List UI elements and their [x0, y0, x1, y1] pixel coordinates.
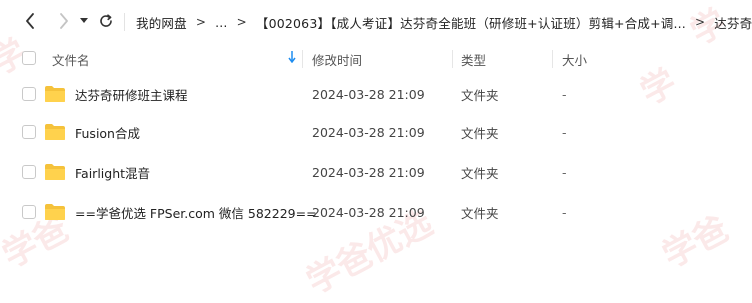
chevron-left-icon: [26, 13, 34, 29]
caret-down-icon: [80, 18, 88, 23]
folder-icon: [45, 124, 65, 140]
select-all-checkbox[interactable]: [22, 51, 36, 65]
file-modified-time: 2024-03-28 21:09: [312, 204, 425, 220]
history-dropdown-button[interactable]: [78, 14, 90, 28]
breadcrumb-separator-icon: >: [236, 15, 247, 29]
column-header-size[interactable]: 大小: [562, 45, 587, 73]
file-size: -: [562, 86, 567, 102]
folder-icon: [45, 86, 65, 102]
file-type: 文件夹: [461, 205, 499, 221]
breadcrumb-item[interactable]: 我的网盘: [136, 13, 187, 32]
file-name[interactable]: Fairlight混音: [75, 153, 150, 191]
column-header-type[interactable]: 类型: [461, 45, 486, 73]
file-type: 文件夹: [461, 125, 499, 141]
navigation-bar: 我的网盘 > ... > 【002063】【成人考证】达芬奇全能班（研修班+认证…: [0, 0, 752, 42]
file-type: 文件夹: [461, 87, 499, 103]
breadcrumb-item[interactable]: ...: [215, 15, 228, 30]
file-size: -: [562, 204, 567, 220]
file-row[interactable]: Fairlight混音 2024-03-28 21:09 文件夹 -: [0, 153, 752, 191]
row-checkbox[interactable]: [22, 205, 36, 219]
file-size: -: [562, 164, 567, 180]
chevron-right-icon: [60, 13, 68, 29]
folder-icon: [45, 164, 65, 180]
file-row[interactable]: Fusion合成 2024-03-28 21:09 文件夹 -: [0, 113, 752, 151]
file-name[interactable]: 达芬奇研修班主课程: [75, 75, 188, 113]
column-header-name[interactable]: 文件名: [52, 45, 300, 73]
back-button[interactable]: [22, 12, 38, 30]
file-modified-time: 2024-03-28 21:09: [312, 164, 425, 180]
file-modified-time: 2024-03-28 21:09: [312, 86, 425, 102]
row-checkbox[interactable]: [22, 165, 36, 179]
breadcrumb-separator-icon: >: [195, 15, 207, 29]
refresh-icon: [100, 14, 112, 27]
file-row[interactable]: 达芬奇研修班主课程 2024-03-28 21:09 文件夹 -: [0, 75, 752, 113]
breadcrumb-item[interactable]: 【002063】【成人考证】达芬奇全能班（研修班+认证班）剪辑+合成+调...: [256, 13, 686, 32]
refresh-button[interactable]: [98, 12, 114, 30]
breadcrumb: 我的网盘 > ... > 【002063】【成人考证】达芬奇全能班（研修班+认证…: [136, 12, 752, 32]
file-type: 文件夹: [461, 165, 499, 181]
file-name[interactable]: Fusion合成: [75, 113, 140, 151]
file-modified-time: 2024-03-28 21:09: [312, 124, 425, 140]
breadcrumb-item-current[interactable]: 达芬奇研修班: [714, 13, 752, 32]
file-name[interactable]: ==学爸优选 FPSer.com 微信 582229==: [75, 193, 317, 231]
column-divider[interactable]: [302, 50, 303, 68]
file-row[interactable]: ==学爸优选 FPSer.com 微信 582229== 2024-03-28 …: [0, 193, 752, 231]
column-divider[interactable]: [552, 50, 553, 68]
file-list-header: 文件名 修改时间 类型 大小: [0, 45, 752, 73]
file-size: -: [562, 124, 567, 140]
column-header-time[interactable]: 修改时间: [312, 45, 362, 73]
breadcrumb-separator-icon: >: [695, 15, 706, 29]
column-divider[interactable]: [452, 50, 453, 68]
row-checkbox[interactable]: [22, 125, 36, 139]
forward-button[interactable]: [56, 12, 72, 30]
nav-divider: [124, 13, 125, 31]
row-checkbox[interactable]: [22, 87, 36, 101]
folder-icon: [45, 204, 65, 220]
sort-arrow-down-icon[interactable]: [288, 51, 296, 66]
